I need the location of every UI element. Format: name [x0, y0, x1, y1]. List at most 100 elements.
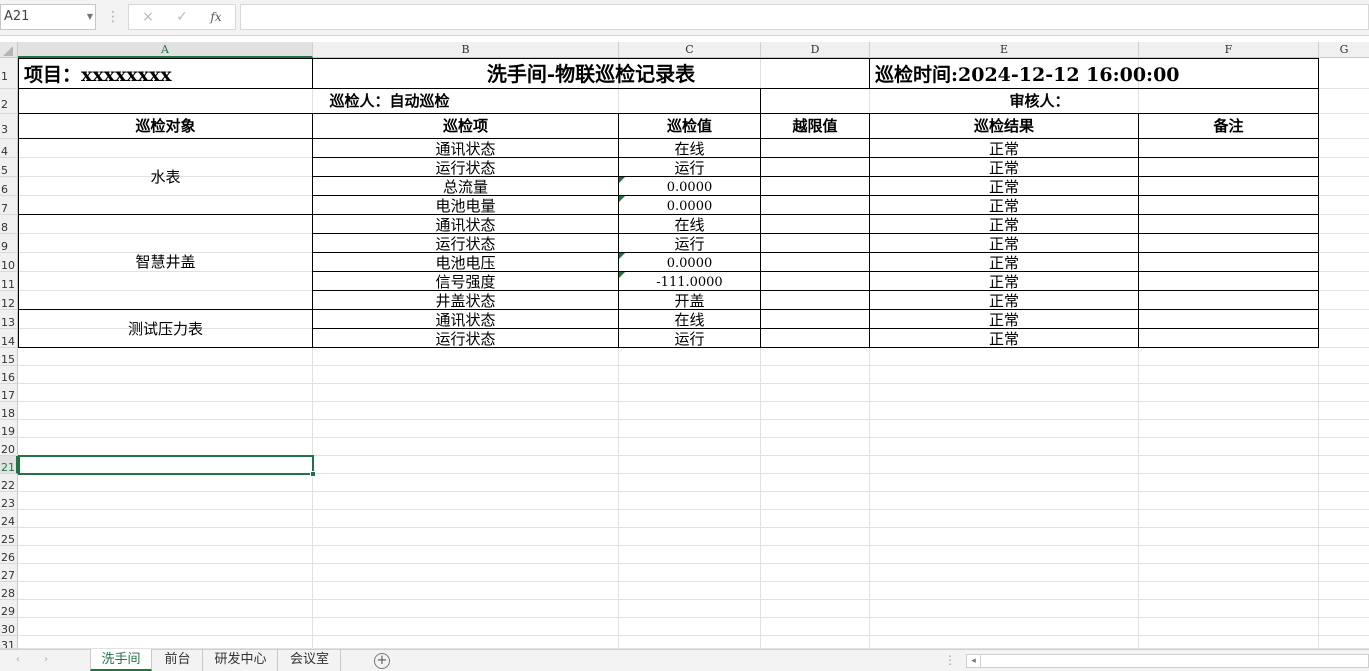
result-cell[interactable]: 正常 — [870, 329, 1139, 348]
row-header[interactable]: 9 — [0, 234, 18, 253]
tab-meeting-room[interactable]: 会议室 — [279, 649, 341, 671]
row-header[interactable]: 21 — [0, 456, 18, 474]
scroll-left-icon[interactable]: ◂ — [967, 655, 981, 667]
limit-cell[interactable] — [761, 196, 870, 215]
tab-prev-icon[interactable]: ‹ — [10, 651, 26, 669]
limit-cell[interactable] — [761, 291, 870, 310]
row-header[interactable]: 30 — [0, 618, 18, 636]
object-cell[interactable]: 水表 — [18, 139, 313, 215]
limit-cell[interactable] — [761, 177, 870, 196]
item-cell[interactable]: 运行状态 — [313, 234, 619, 253]
tab-front-desk[interactable]: 前台 — [153, 649, 203, 671]
fill-handle[interactable] — [310, 471, 316, 477]
result-cell[interactable]: 正常 — [870, 234, 1139, 253]
row-header[interactable]: 28 — [0, 582, 18, 600]
row-header[interactable]: 15 — [0, 348, 18, 366]
row-header[interactable]: 22 — [0, 474, 18, 492]
limit-cell[interactable] — [761, 272, 870, 291]
value-cell[interactable]: 在线 — [619, 310, 761, 329]
formula-input[interactable] — [240, 4, 1369, 30]
add-sheet-icon[interactable]: + — [374, 653, 390, 669]
row-header[interactable]: 25 — [0, 528, 18, 546]
value-cell[interactable]: 0.0000 — [619, 253, 761, 272]
limit-cell[interactable] — [761, 158, 870, 177]
row-header[interactable]: 12 — [0, 291, 18, 310]
row-header[interactable]: 23 — [0, 492, 18, 510]
active-cell-selection[interactable] — [18, 455, 314, 475]
result-cell[interactable]: 正常 — [870, 310, 1139, 329]
object-cell[interactable]: 智慧井盖 — [18, 215, 313, 310]
value-cell[interactable]: 开盖 — [619, 291, 761, 310]
column-header-f[interactable]: F — [1139, 42, 1319, 58]
item-cell[interactable]: 电池电量 — [313, 196, 619, 215]
chevron-down-icon[interactable]: ▼ — [84, 4, 96, 30]
row-header[interactable]: 8 — [0, 215, 18, 234]
header-value[interactable]: 巡检值 — [619, 114, 761, 139]
name-box[interactable]: A21 — [0, 4, 96, 30]
value-cell[interactable]: 运行 — [619, 234, 761, 253]
value-cell[interactable]: 0.0000 — [619, 177, 761, 196]
row-header[interactable]: 26 — [0, 546, 18, 564]
row-header[interactable]: 13 — [0, 310, 18, 329]
note-cell[interactable] — [1139, 291, 1319, 310]
result-cell[interactable]: 正常 — [870, 196, 1139, 215]
table-title[interactable]: 洗手间-物联巡检记录表 — [313, 58, 870, 89]
row-header[interactable]: 1 — [0, 58, 18, 89]
item-cell[interactable]: 总流量 — [313, 177, 619, 196]
limit-cell[interactable] — [761, 253, 870, 272]
value-cell[interactable]: 在线 — [619, 139, 761, 158]
inspection-time-cell[interactable]: 巡检时间:2024-12-12 16:00:00 — [870, 58, 1319, 89]
note-cell[interactable] — [1139, 158, 1319, 177]
item-cell[interactable]: 信号强度 — [313, 272, 619, 291]
column-header-a[interactable]: A — [18, 42, 313, 58]
item-cell[interactable]: 运行状态 — [313, 158, 619, 177]
item-cell[interactable]: 运行状态 — [313, 329, 619, 348]
column-header-g[interactable]: G — [1319, 42, 1369, 58]
result-cell[interactable]: 正常 — [870, 272, 1139, 291]
row-header[interactable]: 20 — [0, 438, 18, 456]
row-header[interactable]: 3 — [0, 114, 18, 139]
row-header[interactable]: 29 — [0, 600, 18, 618]
column-header-d[interactable]: D — [761, 42, 870, 58]
check-icon[interactable]: ✓ — [167, 5, 197, 29]
splitter-icon[interactable]: ⋮ — [944, 651, 956, 669]
value-cell[interactable]: 运行 — [619, 329, 761, 348]
row-header[interactable]: 31 — [0, 636, 18, 649]
item-cell[interactable]: 井盖状态 — [313, 291, 619, 310]
row-header[interactable]: 7 — [0, 196, 18, 215]
row-header[interactable]: 5 — [0, 158, 18, 177]
row-header[interactable]: 17 — [0, 384, 18, 402]
row-header[interactable]: 6 — [0, 177, 18, 196]
result-cell[interactable]: 正常 — [870, 139, 1139, 158]
note-cell[interactable] — [1139, 329, 1319, 348]
value-cell[interactable]: 0.0000 — [619, 196, 761, 215]
item-cell[interactable]: 通讯状态 — [313, 310, 619, 329]
row-header[interactable]: 14 — [0, 329, 18, 348]
note-cell[interactable] — [1139, 196, 1319, 215]
row-header[interactable]: 11 — [0, 272, 18, 291]
column-header-e[interactable]: E — [870, 42, 1139, 58]
item-cell[interactable]: 通讯状态 — [313, 215, 619, 234]
result-cell[interactable]: 正常 — [870, 158, 1139, 177]
limit-cell[interactable] — [761, 139, 870, 158]
result-cell[interactable]: 正常 — [870, 177, 1139, 196]
inspector-cell[interactable]: 巡检人：自动巡检 — [18, 89, 761, 114]
header-item[interactable]: 巡检项 — [313, 114, 619, 139]
header-object[interactable]: 巡检对象 — [18, 114, 313, 139]
row-header[interactable]: 19 — [0, 420, 18, 438]
row-header[interactable]: 16 — [0, 366, 18, 384]
note-cell[interactable] — [1139, 272, 1319, 291]
reviewer-cell[interactable]: 审核人： — [761, 89, 1319, 114]
row-header[interactable]: 27 — [0, 564, 18, 582]
row-header[interactable]: 18 — [0, 402, 18, 420]
header-limit[interactable]: 越限值 — [761, 114, 870, 139]
header-result[interactable]: 巡检结果 — [870, 114, 1139, 139]
row-header[interactable]: 4 — [0, 139, 18, 158]
value-cell[interactable]: -111.0000 — [619, 272, 761, 291]
row-header[interactable]: 2 — [0, 89, 18, 114]
value-cell[interactable]: 在线 — [619, 215, 761, 234]
row-header[interactable]: 24 — [0, 510, 18, 528]
column-header-b[interactable]: B — [313, 42, 619, 58]
header-note[interactable]: 备注 — [1139, 114, 1319, 139]
tab-rd-center[interactable]: 研发中心 — [204, 649, 278, 671]
